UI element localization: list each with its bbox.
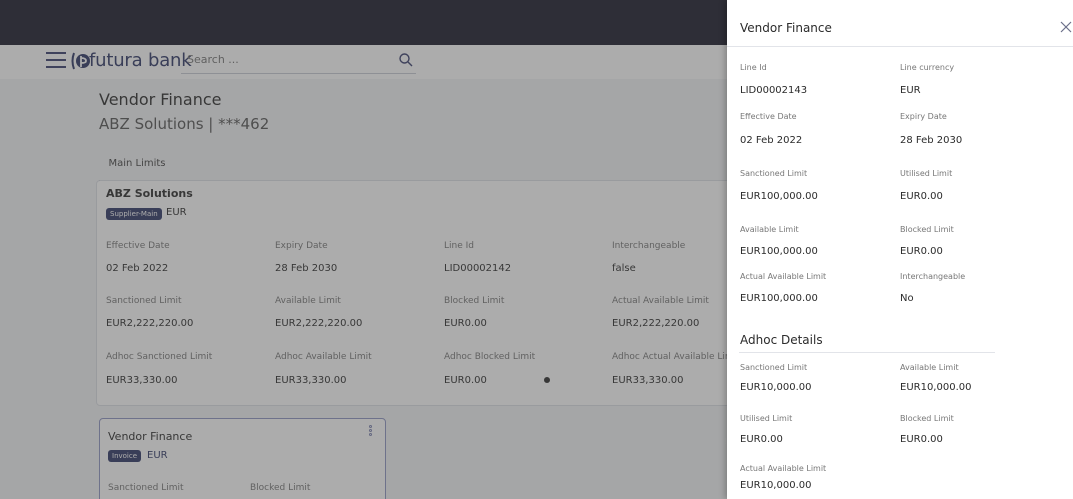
field-label: Utilised Limit — [900, 169, 953, 178]
field-value: 02 Feb 2022 — [740, 135, 803, 146]
field-label: Effective Date — [740, 112, 797, 121]
field-label: Interchangeable — [900, 272, 966, 281]
field-label: Expiry Date — [900, 112, 947, 121]
field-label: Blocked Limit — [900, 414, 954, 423]
field-value: EUR10,000.00 — [900, 382, 972, 393]
field-value: EUR0.00 — [900, 434, 943, 445]
field-label: Utilised Limit — [740, 414, 793, 423]
modal-overlay[interactable] — [0, 0, 727, 499]
field-value: No — [900, 293, 914, 304]
field-value: EUR0.00 — [740, 434, 783, 445]
field-value: EUR10,000.00 — [740, 480, 812, 491]
field-label: Actual Available Limit — [740, 272, 827, 281]
section-divider — [739, 352, 995, 353]
field-label: Sanctioned Limit — [740, 363, 808, 372]
field-value: EUR0.00 — [900, 246, 943, 257]
field-value: EUR100,000.00 — [740, 246, 818, 257]
field-label: Actual Available Limit — [740, 464, 827, 473]
close-icon[interactable] — [1060, 21, 1072, 33]
field-value: EUR100,000.00 — [740, 191, 818, 202]
field-value: EUR100,000.00 — [740, 293, 818, 304]
adhoc-section-title: Adhoc Details — [740, 333, 823, 347]
field-value: EUR10,000.00 — [740, 382, 812, 393]
field-label: Sanctioned Limit — [740, 169, 808, 178]
field-label: Blocked Limit — [900, 225, 954, 234]
field-value: EUR0.00 — [900, 191, 943, 202]
field-label: Line Id — [740, 63, 767, 72]
details-drawer: Vendor Finance Line Id LID00002143 Line … — [727, 0, 1073, 499]
drawer-divider — [727, 46, 1073, 47]
field-label: Available Limit — [740, 225, 799, 234]
field-label: Line currency — [900, 63, 955, 72]
field-value: EUR — [900, 85, 921, 96]
field-value: LID00002143 — [740, 85, 808, 96]
drawer-title: Vendor Finance — [740, 21, 832, 35]
field-value: 28 Feb 2030 — [900, 135, 963, 146]
field-label: Available Limit — [900, 363, 959, 372]
